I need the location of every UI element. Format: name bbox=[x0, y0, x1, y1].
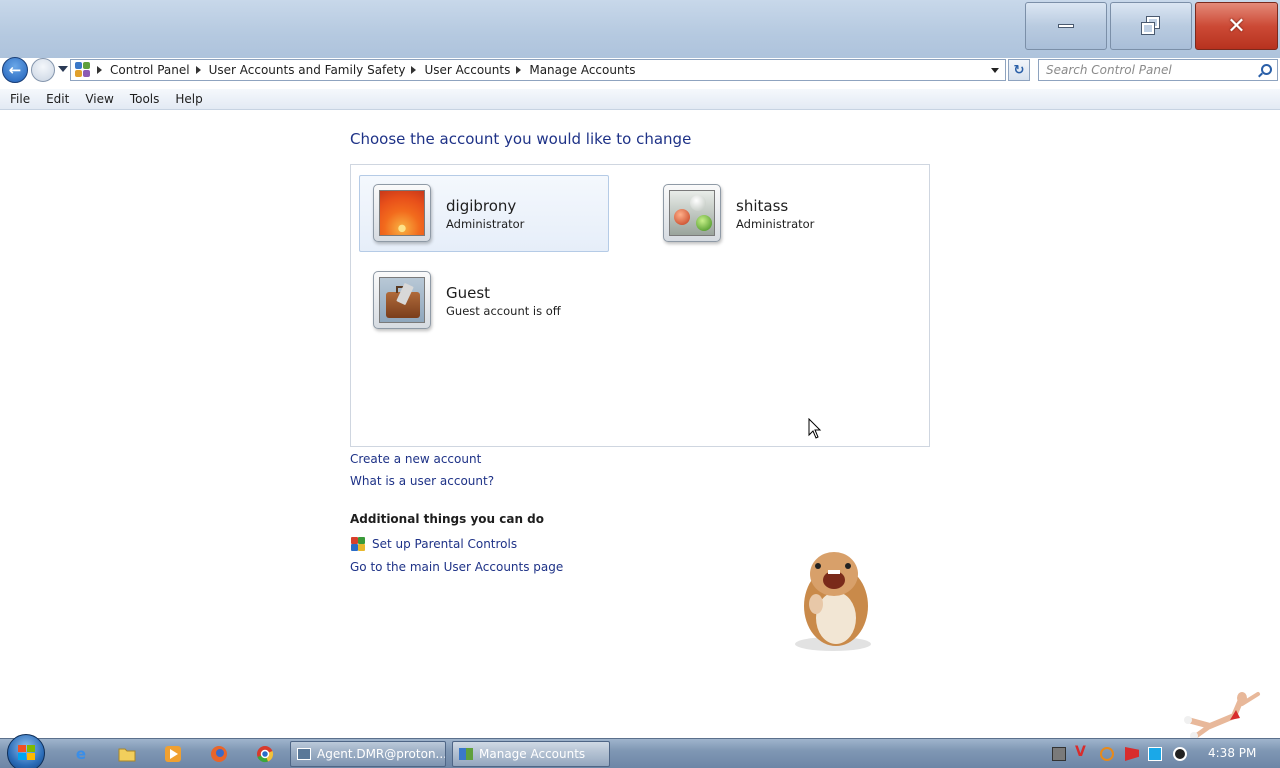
orange-flower-picture-icon bbox=[379, 190, 425, 236]
breadcrumb-user-accounts-family-safety[interactable]: User Accounts and Family Safety bbox=[209, 63, 406, 77]
refresh-icon: ↻ bbox=[1013, 62, 1025, 78]
account-picture bbox=[373, 184, 431, 242]
refresh-button[interactable]: ↻ bbox=[1008, 59, 1030, 81]
breadcrumb-separator-icon[interactable] bbox=[97, 66, 102, 74]
close-icon: ✕ bbox=[1227, 13, 1246, 39]
tray-search-icon[interactable] bbox=[1100, 747, 1114, 761]
search-icon[interactable] bbox=[1261, 64, 1272, 75]
account-tile-guest[interactable]: Guest Guest account is off bbox=[359, 262, 609, 339]
window-icon bbox=[297, 748, 311, 760]
task-label: Manage Accounts bbox=[479, 747, 586, 761]
additional-heading: Additional things you can do bbox=[350, 512, 545, 526]
firefox-icon[interactable] bbox=[208, 743, 230, 765]
forward-button[interactable] bbox=[31, 58, 55, 82]
breadcrumb-separator-icon[interactable] bbox=[195, 66, 201, 74]
control-panel-icon bbox=[75, 62, 91, 78]
breadcrumb-separator-icon[interactable] bbox=[411, 66, 417, 74]
main-user-accounts-link[interactable]: Go to the main User Accounts page bbox=[350, 560, 563, 574]
tray-antivirus-icon[interactable]: V bbox=[1075, 744, 1089, 760]
minimize-button[interactable] bbox=[1025, 2, 1107, 50]
breadcrumb-control-panel[interactable]: Control Panel bbox=[110, 63, 190, 77]
restore-button[interactable] bbox=[1110, 2, 1192, 50]
account-tile-digibrony[interactable]: digibrony Administrator bbox=[359, 175, 609, 252]
tray-flag-icon[interactable] bbox=[1125, 747, 1139, 761]
folder-icon[interactable] bbox=[116, 743, 138, 765]
create-account-link[interactable]: Create a new account bbox=[350, 452, 481, 466]
start-button[interactable] bbox=[7, 734, 45, 768]
menu-view[interactable]: View bbox=[77, 92, 121, 106]
windows-logo-icon bbox=[18, 745, 35, 761]
restore-icon bbox=[1141, 16, 1160, 35]
account-picture bbox=[663, 184, 721, 242]
taskbar: e Agent.DMR@proton... Manage Accounts V … bbox=[0, 734, 1280, 768]
parental-controls-link[interactable]: Set up Parental Controls bbox=[372, 537, 517, 551]
search-input[interactable] bbox=[1039, 63, 1251, 77]
address-bar[interactable]: Control Panel User Accounts and Family S… bbox=[70, 59, 1006, 81]
clock[interactable]: 4:38 PM bbox=[1208, 746, 1256, 760]
close-button[interactable]: ✕ bbox=[1195, 2, 1278, 50]
address-history-dropdown-icon[interactable] bbox=[991, 68, 999, 73]
taskbar-window-manage-accounts[interactable]: Manage Accounts bbox=[452, 741, 610, 767]
taskbar-window-agent[interactable]: Agent.DMR@proton... bbox=[290, 741, 446, 767]
account-picture bbox=[373, 271, 431, 329]
chrome-icon[interactable] bbox=[254, 743, 276, 765]
page-title: Choose the account you would like to cha… bbox=[350, 130, 692, 148]
account-role: Administrator bbox=[446, 217, 525, 231]
tray-network-icon[interactable] bbox=[1052, 747, 1066, 761]
account-name: shitass bbox=[736, 197, 789, 215]
tray-volume-icon[interactable] bbox=[1173, 747, 1187, 761]
account-tile-shitass[interactable]: shitass Administrator bbox=[649, 175, 899, 252]
account-role: Administrator bbox=[736, 217, 815, 231]
what-is-user-account-link[interactable]: What is a user account? bbox=[350, 474, 494, 488]
tray-display-icon[interactable] bbox=[1148, 747, 1162, 761]
pinup-figure-icon bbox=[1184, 692, 1260, 740]
menu-bar: File Edit View Tools Help bbox=[0, 89, 1280, 110]
window-title-bar[interactable]: ✕ bbox=[0, 0, 1280, 58]
account-name: Guest bbox=[446, 284, 491, 302]
internet-explorer-icon[interactable]: e bbox=[70, 743, 92, 765]
account-name: digibrony bbox=[446, 197, 517, 215]
media-player-icon[interactable] bbox=[162, 743, 184, 765]
hamster-mascot-icon bbox=[795, 552, 871, 651]
breadcrumb-manage-accounts[interactable]: Manage Accounts bbox=[529, 63, 635, 77]
menu-edit[interactable]: Edit bbox=[38, 92, 77, 106]
mouse-cursor-icon bbox=[808, 418, 822, 439]
minimize-icon bbox=[1058, 24, 1074, 28]
search-box[interactable] bbox=[1038, 59, 1278, 81]
menu-file[interactable]: File bbox=[2, 92, 38, 106]
account-role: Guest account is off bbox=[446, 304, 561, 318]
back-button[interactable]: ← bbox=[2, 57, 28, 83]
accounts-list: digibrony Administrator shitass Administ… bbox=[350, 164, 930, 447]
control-panel-icon bbox=[459, 748, 473, 760]
recent-pages-dropdown[interactable] bbox=[58, 66, 68, 72]
parental-controls-shield-icon bbox=[350, 536, 366, 552]
breadcrumb-user-accounts[interactable]: User Accounts bbox=[424, 63, 510, 77]
menu-tools[interactable]: Tools bbox=[122, 92, 168, 106]
menu-help[interactable]: Help bbox=[167, 92, 210, 106]
briefcase-picture-icon bbox=[379, 277, 425, 323]
glass-balls-picture-icon bbox=[669, 190, 715, 236]
task-label: Agent.DMR@proton... bbox=[317, 747, 446, 761]
breadcrumb-separator-icon[interactable] bbox=[516, 66, 522, 74]
back-arrow-icon: ← bbox=[8, 61, 22, 79]
